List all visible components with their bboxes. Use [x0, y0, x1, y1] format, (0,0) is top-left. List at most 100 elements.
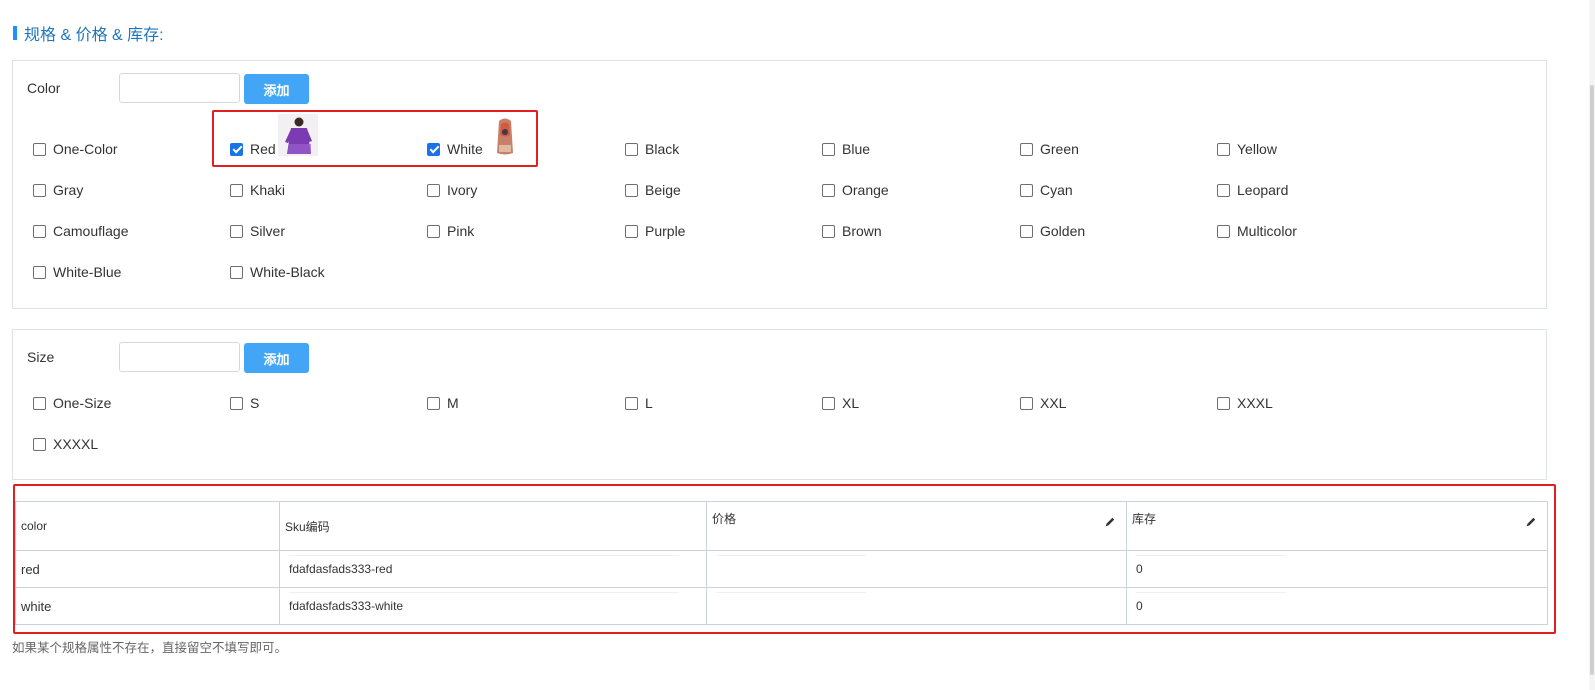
page-scrollbar[interactable] — [1589, 0, 1595, 690]
size-option[interactable]: S — [230, 393, 259, 413]
color-option-label: Leopard — [1237, 182, 1289, 198]
title-marker — [13, 26, 17, 40]
color-option[interactable]: Yellow — [1217, 139, 1277, 159]
color-option[interactable]: White-Blue — [33, 262, 121, 282]
size-add-button[interactable]: 添加 — [244, 343, 309, 373]
color-option-label: Blue — [842, 141, 871, 157]
color-option-label: Brown — [842, 223, 882, 239]
size-option[interactable]: M — [427, 393, 459, 413]
size-option-label: XXL — [1040, 395, 1067, 411]
size-new-value-input[interactable] — [119, 342, 240, 372]
color-option-label: Cyan — [1040, 182, 1073, 198]
color-option-label: Golden — [1040, 223, 1086, 239]
color-option[interactable]: White-Black — [230, 262, 325, 282]
size-option-label: S — [250, 395, 260, 411]
color-option-checkbox[interactable] — [1020, 183, 1033, 197]
color-option[interactable]: Purple — [625, 221, 685, 241]
section-title-text: 规格 & 价格 & 库存: — [24, 27, 164, 44]
sku-table-highlight-box — [13, 484, 1556, 634]
color-option-checkbox[interactable] — [230, 265, 243, 279]
color-option-label: White-Black — [250, 264, 325, 280]
section-title: 规格 & 价格 & 库存: — [13, 22, 164, 44]
color-option[interactable]: Silver — [230, 221, 285, 241]
size-option-checkbox[interactable] — [427, 396, 440, 410]
color-option-checkbox[interactable] — [625, 183, 638, 197]
size-attr-label: Size — [27, 349, 55, 365]
color-option-label: Gray — [53, 182, 84, 198]
color-option-label: Black — [645, 141, 680, 157]
color-option-label: White-Blue — [53, 264, 122, 280]
color-attr-label: Color — [27, 80, 61, 96]
color-option[interactable]: Leopard — [1217, 180, 1288, 200]
color-option-checkbox[interactable] — [33, 183, 46, 197]
color-option[interactable]: Camouflage — [33, 221, 129, 241]
size-option[interactable]: L — [625, 393, 653, 413]
size-option-checkbox[interactable] — [625, 396, 638, 410]
color-option-label: Pink — [447, 223, 475, 239]
color-option[interactable]: Green — [1020, 139, 1079, 159]
color-option[interactable]: Blue — [822, 139, 870, 159]
color-option-checkbox[interactable] — [1020, 224, 1033, 238]
color-option-checkbox[interactable] — [822, 183, 835, 197]
color-option-checkbox[interactable] — [1217, 142, 1230, 156]
size-option-checkbox[interactable] — [230, 396, 243, 410]
size-option-checkbox[interactable] — [822, 396, 835, 410]
color-option[interactable]: Beige — [625, 180, 681, 200]
checked-colors-highlight-box — [212, 110, 538, 167]
size-option[interactable]: XXXL — [1217, 393, 1273, 413]
color-option[interactable]: One-Color — [33, 139, 118, 159]
color-option-checkbox[interactable] — [33, 142, 46, 156]
help-note: 如果某个规格属性不存在，直接留空不填写即可。 — [12, 641, 288, 655]
color-option-checkbox[interactable] — [33, 224, 46, 238]
color-option[interactable]: Orange — [822, 180, 889, 200]
color-option[interactable]: Ivory — [427, 180, 477, 200]
color-option-label: Orange — [842, 182, 889, 198]
color-option-label: Green — [1040, 141, 1079, 157]
size-option-label: XL — [842, 395, 860, 411]
size-option-checkbox[interactable] — [1020, 396, 1033, 410]
size-option[interactable]: XL — [822, 393, 859, 413]
color-option-checkbox[interactable] — [822, 224, 835, 238]
color-option[interactable]: Cyan — [1020, 180, 1073, 200]
size-option[interactable]: One-Size — [33, 393, 111, 413]
color-option-checkbox[interactable] — [33, 265, 46, 279]
size-option-checkbox[interactable] — [1217, 396, 1230, 410]
color-option-checkbox[interactable] — [427, 183, 440, 197]
color-option-checkbox[interactable] — [230, 224, 243, 238]
color-option-label: Silver — [250, 223, 286, 239]
color-option-label: Purple — [645, 223, 686, 239]
color-option-label: Khaki — [250, 182, 286, 198]
color-option-label: Ivory — [447, 182, 478, 198]
color-option-checkbox[interactable] — [822, 142, 835, 156]
color-option[interactable]: Brown — [822, 221, 882, 241]
color-option-checkbox[interactable] — [1217, 183, 1230, 197]
scrollbar-thumb[interactable] — [1590, 85, 1594, 675]
color-new-value-input[interactable] — [119, 73, 240, 103]
size-option-checkbox[interactable] — [33, 437, 46, 451]
color-option-checkbox[interactable] — [1020, 142, 1033, 156]
color-option[interactable]: Gray — [33, 180, 83, 200]
color-option[interactable]: Pink — [427, 221, 474, 241]
size-option[interactable]: XXL — [1020, 393, 1066, 413]
color-option-checkbox[interactable] — [625, 224, 638, 238]
color-option-checkbox[interactable] — [230, 183, 243, 197]
color-option-label: One-Color — [53, 141, 118, 157]
color-add-button[interactable]: 添加 — [244, 74, 309, 104]
color-option-checkbox[interactable] — [427, 224, 440, 238]
size-option[interactable]: XXXXL — [33, 434, 98, 454]
size-option-label: One-Size — [53, 395, 112, 411]
color-option-checkbox[interactable] — [1217, 224, 1230, 238]
color-option-label: Multicolor — [1237, 223, 1297, 239]
size-option-label: L — [645, 395, 653, 411]
color-option[interactable]: Golden — [1020, 221, 1085, 241]
size-option-label: XXXXL — [53, 436, 99, 452]
color-option[interactable]: Multicolor — [1217, 221, 1297, 241]
color-option-checkbox[interactable] — [625, 142, 638, 156]
size-option-label: XXXL — [1237, 395, 1273, 411]
size-option-label: M — [447, 395, 459, 411]
color-option-label: Beige — [645, 182, 681, 198]
color-option[interactable]: Khaki — [230, 180, 285, 200]
size-option-checkbox[interactable] — [33, 396, 46, 410]
color-option-label: Yellow — [1237, 141, 1277, 157]
color-option[interactable]: Black — [625, 139, 679, 159]
